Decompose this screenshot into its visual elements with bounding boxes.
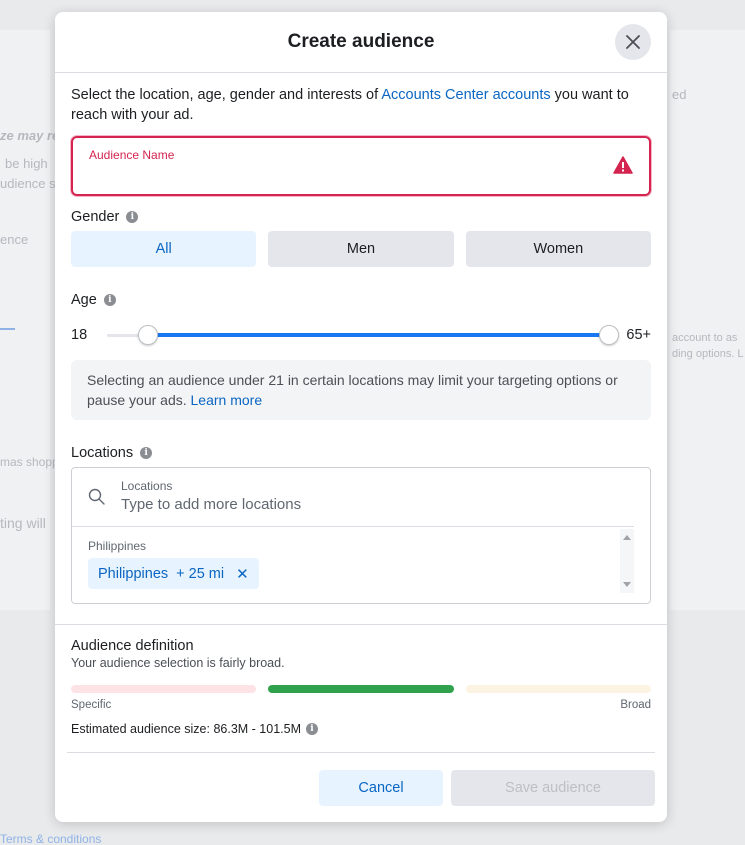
cancel-button[interactable]: Cancel xyxy=(319,770,443,806)
meter-specific-label: Specific xyxy=(71,699,112,711)
intro-text-start: Select the location, age, gender and int… xyxy=(71,87,382,103)
age-min-handle[interactable] xyxy=(138,325,159,345)
age-max-label: 65+ xyxy=(626,327,651,343)
bg-text: udience s xyxy=(0,176,56,191)
location-search[interactable]: Locations xyxy=(72,468,634,527)
audience-name-label: Audience Name xyxy=(89,148,175,162)
modal-header: Create audience xyxy=(55,12,667,73)
location-chip[interactable]: Philippines + 25 mi ✕ xyxy=(88,558,259,589)
bg-text: ence xyxy=(0,232,29,247)
modal-title: Create audience xyxy=(287,31,435,52)
search-icon xyxy=(88,488,105,505)
audience-meter xyxy=(71,685,651,693)
age-max-handle[interactable] xyxy=(599,325,619,345)
learn-more-link[interactable]: Learn more xyxy=(191,392,263,408)
modal-body: Select the location, age, gender and int… xyxy=(55,85,667,604)
warning-icon xyxy=(613,156,633,174)
gender-options: All Men Women xyxy=(71,231,651,267)
estimated-size-text: Estimated audience size: 86.3M - 101.5M xyxy=(71,722,301,736)
accounts-center-link[interactable]: Accounts Center accounts xyxy=(381,87,550,103)
bg-text: be high xyxy=(5,156,48,171)
gender-label-text: Gender xyxy=(71,209,120,225)
meter-labels: Specific Broad xyxy=(71,699,651,711)
age-min-label: 18 xyxy=(71,327,88,343)
meter-active-segment xyxy=(268,685,454,693)
estimated-size: Estimated audience size: 86.3M - 101.5M … xyxy=(71,722,651,736)
bg-terms-link: Terms & conditions xyxy=(0,832,102,845)
locations-box: Locations Philippines Philippines + 25 m… xyxy=(71,467,651,604)
slider-fill xyxy=(148,333,609,337)
intro-text: Select the location, age, gender and int… xyxy=(71,85,651,125)
definition-subtitle: Your audience selection is fairly broad. xyxy=(71,656,285,670)
bg-right-card xyxy=(670,30,745,610)
bg-bar xyxy=(0,328,15,330)
bg-text: ding options. L xyxy=(672,348,744,360)
gender-all-button[interactable]: All xyxy=(71,231,257,267)
location-search-input[interactable] xyxy=(121,496,501,513)
locations-label-text: Locations xyxy=(71,445,134,461)
location-chip-name: Philippines xyxy=(98,565,169,582)
selected-locations: Philippines Philippines + 25 mi ✕ xyxy=(72,527,650,597)
bg-text: ting will xyxy=(0,515,46,531)
meter-specific-segment xyxy=(71,685,257,693)
location-chip-radius: + 25 mi xyxy=(176,565,225,582)
info-icon[interactable]: i xyxy=(140,447,153,459)
location-group-label: Philippines xyxy=(88,539,147,553)
save-audience-button[interactable]: Save audience xyxy=(451,770,655,806)
age-range-slider[interactable] xyxy=(107,323,619,347)
location-search-label: Locations xyxy=(121,479,173,493)
bg-text: ze may re xyxy=(0,128,60,143)
meter-broad-label: Broad xyxy=(620,699,651,711)
meter-broad-segment xyxy=(465,685,651,693)
audience-name-field[interactable]: Audience Name xyxy=(71,136,651,196)
info-icon[interactable]: i xyxy=(103,294,116,306)
location-search-group: Locations xyxy=(121,479,501,514)
gender-men-button[interactable]: Men xyxy=(268,231,454,267)
bg-text: account to as xyxy=(672,332,738,344)
gender-women-button[interactable]: Women xyxy=(465,231,651,267)
gender-label: Gender i xyxy=(71,209,651,225)
age-label-text: Age xyxy=(71,292,97,308)
info-icon[interactable]: i xyxy=(305,723,318,735)
age-slider-row: 18 65+ xyxy=(71,323,651,347)
close-button[interactable] xyxy=(615,24,651,60)
locations-label: Locations i xyxy=(71,445,651,461)
bg-text: ed xyxy=(672,87,687,102)
age-notice-text: Selecting an audience under 21 in certai… xyxy=(87,372,618,408)
age-notice: Selecting an audience under 21 in certai… xyxy=(71,360,651,420)
info-icon[interactable]: i xyxy=(126,211,139,223)
audience-definition: Audience definition Your audience select… xyxy=(55,638,667,736)
location-scrollbar[interactable] xyxy=(620,529,634,593)
close-icon xyxy=(626,35,640,49)
bg-text: mas shopp xyxy=(0,455,59,469)
create-audience-modal: Create audience Select the location, age… xyxy=(55,12,667,822)
footer-divider xyxy=(67,752,655,753)
definition-title: Audience definition xyxy=(71,638,194,654)
scroll-up-icon[interactable] xyxy=(623,535,631,540)
section-divider xyxy=(55,624,667,625)
scroll-down-icon[interactable] xyxy=(623,582,631,587)
age-label: Age i xyxy=(71,292,651,308)
remove-location-icon[interactable]: ✕ xyxy=(236,565,249,583)
